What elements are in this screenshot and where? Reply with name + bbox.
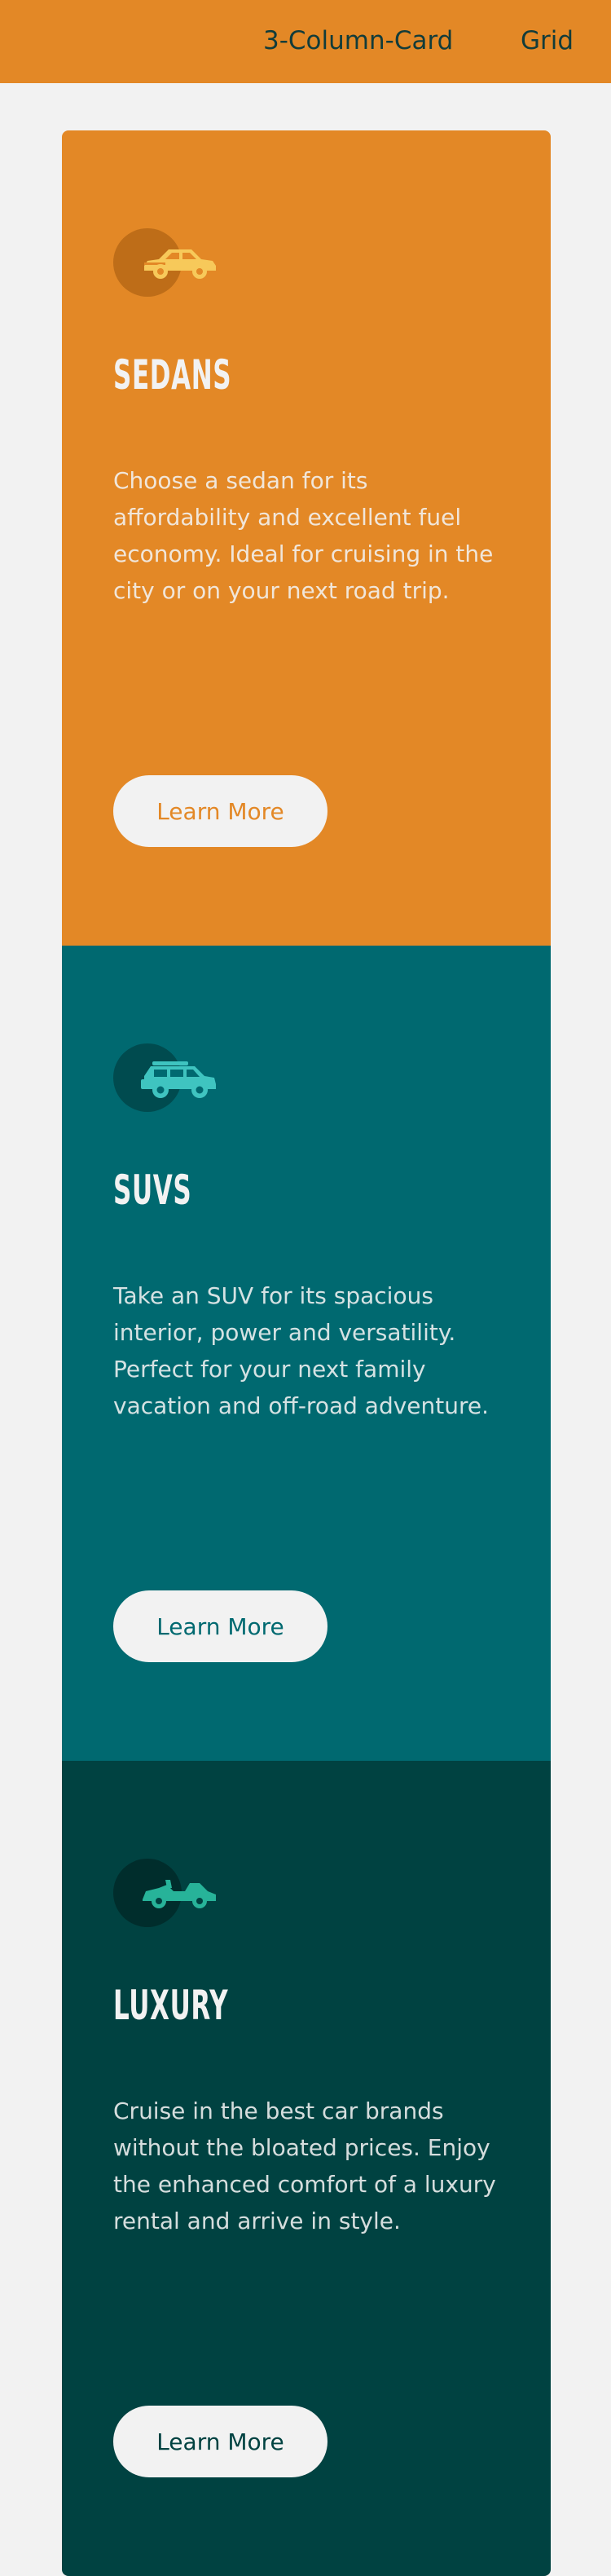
learn-more-button[interactable]: Learn More xyxy=(113,2406,327,2477)
card-title: LUXURY xyxy=(113,1982,229,2029)
card-title: SUVS xyxy=(113,1167,192,1214)
card-description: Choose a sedan for its affordability and… xyxy=(113,467,494,604)
card-luxury: LUXURY Cruise in the best car brands wit… xyxy=(62,1761,551,2576)
card-title: SEDANS xyxy=(113,351,232,399)
nav-link-grid[interactable]: Grid xyxy=(521,24,574,57)
sedan-car-icon xyxy=(144,249,216,279)
card-description: Cruise in the best car brands without th… xyxy=(113,2097,496,2234)
cards-container: SEDANS Choose a sedan for its affordabil… xyxy=(62,130,551,2576)
learn-more-button[interactable]: Learn More xyxy=(113,775,327,847)
suv-icon-group xyxy=(113,1043,227,1112)
nav-link-3-column-card[interactable]: 3-Column-Card xyxy=(263,24,453,57)
suv-car-icon xyxy=(141,1061,216,1098)
top-nav-bar: 3-Column-Card Grid xyxy=(0,0,611,83)
card-suvs: SUVS Take an SUV for its spacious interi… xyxy=(62,946,551,1761)
card-description: Take an SUV for its spacious interior, p… xyxy=(113,1282,490,1419)
luxury-car-icon xyxy=(143,1880,216,1908)
card-sedans: SEDANS Choose a sedan for its affordabil… xyxy=(62,130,551,946)
learn-more-button[interactable]: Learn More xyxy=(113,1590,327,1662)
sedan-icon-group xyxy=(113,228,227,297)
luxury-icon-group xyxy=(113,1859,227,1927)
